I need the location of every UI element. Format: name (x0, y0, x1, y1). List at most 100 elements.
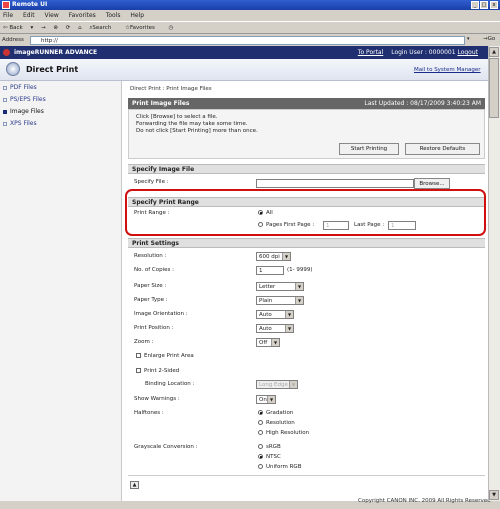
copies-input[interactable]: 1 (256, 266, 284, 275)
menu-help[interactable]: Help (130, 12, 144, 19)
radio-icon[interactable] (258, 420, 263, 425)
two-sided-label: Print 2-Sided (144, 368, 180, 374)
specify-file-input[interactable] (256, 179, 414, 188)
home-icon[interactable]: ⌂ (78, 25, 82, 31)
minimize-icon[interactable]: _ (471, 1, 479, 9)
option-label: sRGB (266, 444, 281, 450)
go-button[interactable]: →Go (483, 36, 495, 42)
radio-icon[interactable] (258, 410, 263, 415)
mail-system-manager-link[interactable]: Mail to System Manager (414, 67, 481, 73)
sidebar-item-ps-eps[interactable]: PS/EPS Files (3, 96, 46, 103)
back-to-top-icon[interactable]: ▲ (130, 481, 139, 489)
breadcrumb: Direct Print : Print Image Files (130, 86, 212, 92)
radio-icon[interactable] (258, 430, 263, 435)
radio-icon[interactable] (258, 444, 263, 449)
select-value: Letter (259, 284, 276, 290)
brand-logo-icon (3, 49, 10, 56)
sidebar-item-label: PS/EPS Files (10, 96, 46, 103)
chevron-down-icon: ▼ (271, 339, 279, 346)
sidebar-item-image[interactable]: Image Files (3, 108, 44, 115)
address-dropdown-icon[interactable]: ▾ (467, 36, 470, 42)
select-value: 600 dpi (259, 254, 280, 260)
grayscale-ntsc-option[interactable]: NTSC (258, 454, 281, 460)
specify-file-header: Specify Image File (128, 164, 485, 174)
zoom-label: Zoom : (134, 339, 154, 345)
menu-file[interactable]: File (3, 12, 13, 19)
last-updated: Last Updated : 08/17/2009 3:40:23 AM (364, 100, 481, 107)
browse-button[interactable]: Browse... (414, 178, 450, 189)
page-title: Direct Print (26, 65, 79, 74)
direct-print-icon (6, 62, 20, 76)
show-warnings-select[interactable]: On ▼ (256, 395, 276, 404)
print-settings-header: Print Settings (128, 238, 485, 248)
print-2-sided-option[interactable]: Print 2-Sided (136, 368, 179, 374)
binding-location-label: Binding Location : (145, 381, 195, 387)
paper-size-label: Paper Size : (134, 283, 167, 289)
forward-button[interactable]: → (41, 25, 46, 31)
maximize-icon[interactable]: □ (480, 1, 488, 9)
sidebar (0, 81, 122, 501)
sidebar-item-label: Image Files (10, 108, 44, 115)
scroll-up-icon[interactable]: ▲ (489, 47, 499, 57)
chevron-down-icon: ▼ (295, 283, 303, 290)
menu-view[interactable]: View (45, 12, 59, 19)
section-title: Print Image Files (132, 100, 190, 107)
select-value: Long Edge (259, 382, 288, 388)
menu-bar: File Edit View Favorites Tools Help (0, 10, 500, 21)
paper-size-select[interactable]: Letter ▼ (256, 282, 304, 291)
logout-link[interactable]: Logout (457, 49, 478, 56)
halftone-high-resolution-option[interactable]: High Resolution (258, 430, 309, 436)
resolution-label: Resolution : (134, 253, 167, 259)
favorites-label: Favorites (130, 25, 155, 31)
back-label: Back (9, 25, 23, 31)
search-button[interactable]: ⌕Search (89, 25, 117, 31)
print-image-header: Print Image Files Last Updated : 08/17/2… (128, 98, 485, 109)
menu-edit[interactable]: Edit (23, 12, 35, 19)
checkbox-icon[interactable] (136, 353, 141, 358)
option-label: Uniform RGB (266, 464, 302, 470)
browser-toolbar: ⇦ Back ▾ → ⊗ ⟳ ⌂ ⌕Search ☆Favorites ◷ (0, 21, 500, 34)
highlight-box (125, 189, 486, 236)
paper-type-select[interactable]: Plain ▼ (256, 296, 304, 305)
go-label: Go (487, 36, 496, 42)
option-label: High Resolution (266, 430, 310, 436)
history-icon[interactable]: ◷ (169, 25, 174, 31)
divider (128, 475, 485, 476)
scroll-thumb[interactable] (489, 58, 499, 118)
window-title-bar: Remote UI (0, 0, 500, 10)
select-value: Auto (259, 312, 272, 318)
grayscale-srgb-option[interactable]: sRGB (258, 444, 281, 450)
app-header: imageRUNNER ADVANCE To Portal Login User… (0, 46, 488, 59)
halftone-gradation-option[interactable]: Gradation (258, 410, 293, 416)
favorites-button[interactable]: ☆Favorites (125, 25, 161, 31)
print-position-select[interactable]: Auto ▼ (256, 324, 294, 333)
restore-defaults-button[interactable]: Restore Defaults (405, 143, 480, 155)
checkbox-icon[interactable] (136, 368, 141, 373)
select-value: Plain (259, 298, 273, 304)
radio-icon[interactable] (258, 454, 263, 459)
zoom-select[interactable]: Off ▼ (256, 338, 280, 347)
start-printing-button[interactable]: Start Printing (339, 143, 399, 155)
select-value: On (259, 397, 267, 403)
orientation-select[interactable]: Auto ▼ (256, 310, 294, 319)
refresh-icon[interactable]: ⟳ (66, 25, 71, 31)
bullet-icon (3, 97, 7, 102)
portal-link[interactable]: To Portal (358, 49, 383, 56)
scroll-down-icon[interactable]: ▼ (489, 490, 499, 500)
sidebar-item-pdf[interactable]: PDF Files (3, 84, 37, 91)
sidebar-item-xps[interactable]: XPS Files (3, 120, 37, 127)
show-warnings-label: Show Warnings : (134, 396, 180, 402)
sidebar-item-label: PDF Files (10, 84, 37, 91)
back-button[interactable]: ⇦ Back ▾ (3, 25, 33, 31)
enlarge-print-area-option[interactable]: Enlarge Print Area (136, 353, 194, 359)
grayscale-uniform-rgb-option[interactable]: Uniform RGB (258, 464, 301, 470)
binding-location-select[interactable]: Long Edge ▼ (256, 380, 298, 389)
close-icon[interactable]: x (490, 1, 498, 9)
stop-icon[interactable]: ⊗ (53, 25, 58, 31)
radio-icon[interactable] (258, 464, 263, 469)
halftone-resolution-option[interactable]: Resolution (258, 420, 295, 426)
address-input[interactable]: http:// (30, 36, 465, 45)
menu-favorites[interactable]: Favorites (69, 12, 96, 19)
menu-tools[interactable]: Tools (106, 12, 121, 19)
resolution-select[interactable]: 600 dpi ▼ (256, 252, 291, 261)
